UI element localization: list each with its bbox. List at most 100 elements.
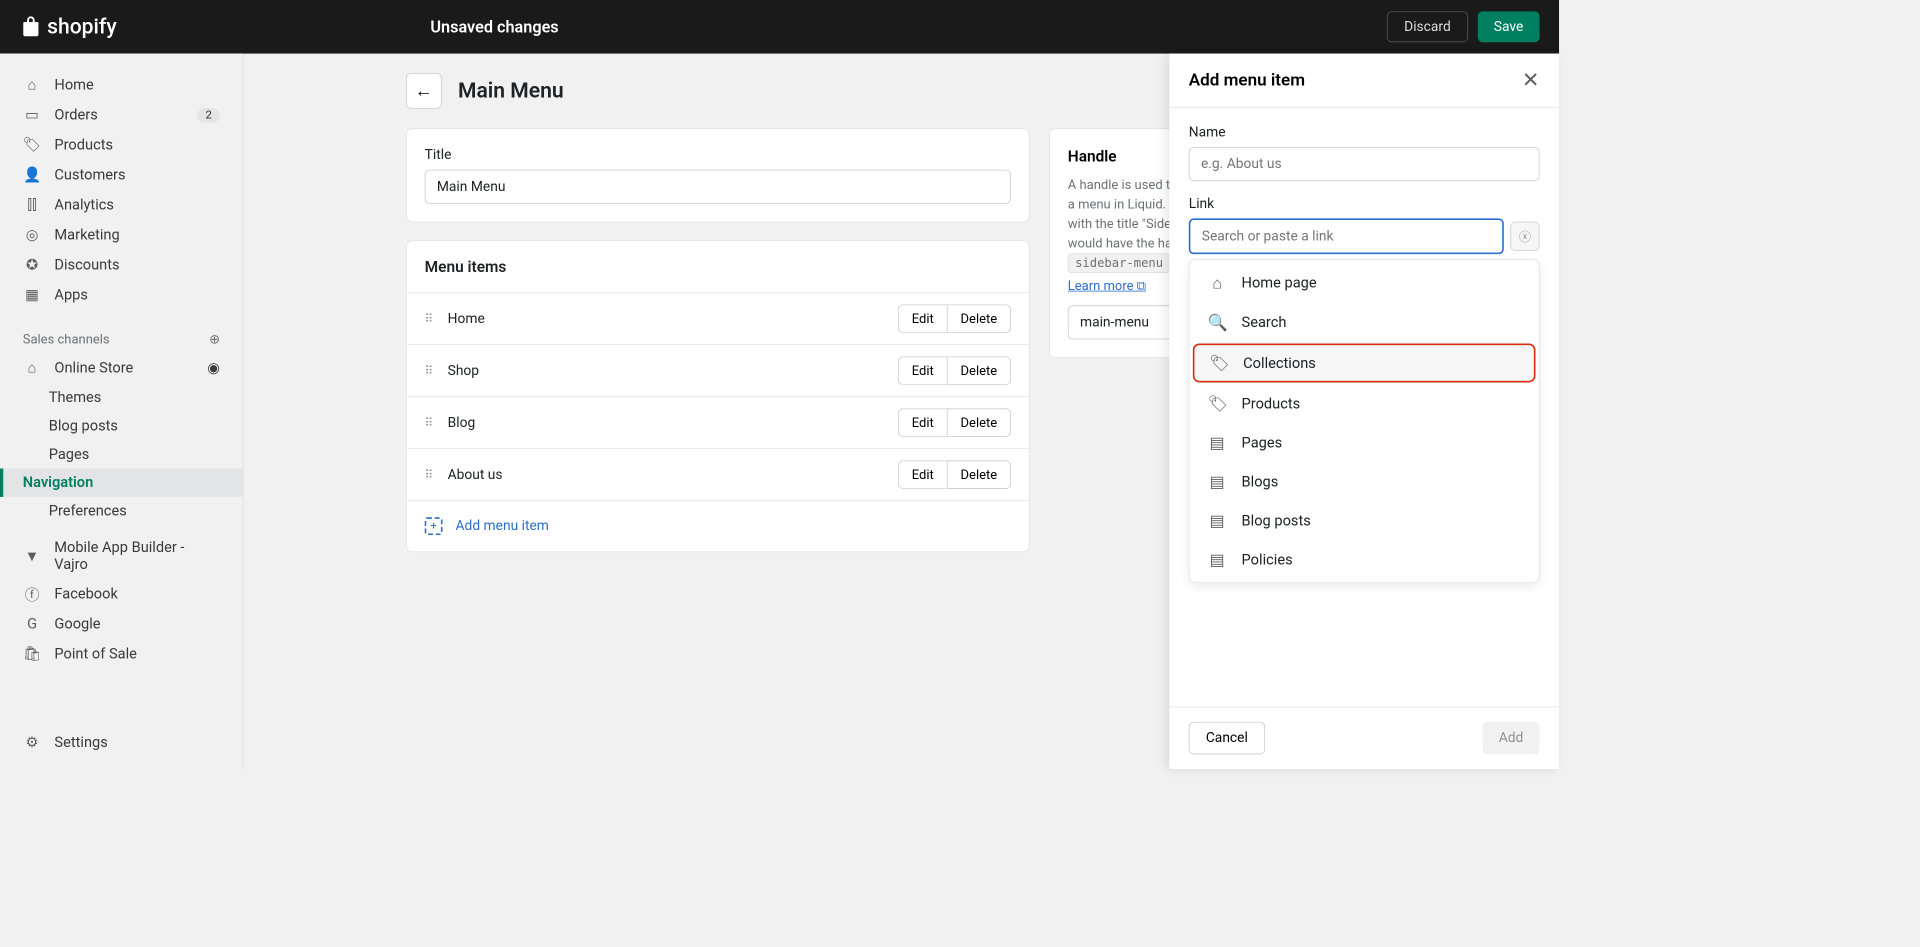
option-icon: 🏷	[1209, 353, 1228, 372]
discount-icon: ✪	[23, 256, 42, 275]
option-icon: ▤	[1207, 433, 1226, 452]
nav-marketing[interactable]: ◎Marketing	[0, 220, 243, 250]
menu-item-row: ⠿ BlogEditDelete	[407, 396, 1029, 448]
nav-products[interactable]: 🏷Products	[0, 130, 243, 160]
add-plus-icon: +	[425, 517, 443, 535]
menu-items-heading: Menu items	[407, 241, 1029, 292]
option-icon: ▤	[1207, 472, 1226, 491]
brand-text: shopify	[47, 15, 117, 39]
link-input[interactable]	[1189, 218, 1504, 254]
cancel-button[interactable]: Cancel	[1189, 722, 1265, 754]
close-drawer-button[interactable]: ✕	[1522, 68, 1540, 92]
back-button[interactable]: ←	[406, 73, 442, 109]
link-dropdown: ⌂Home page🔍Search🏷Collections🏷Products▤P…	[1189, 259, 1540, 583]
title-label: Title	[425, 147, 1011, 163]
nav-analytics[interactable]: ⫿⫿Analytics	[0, 190, 243, 220]
delete-button[interactable]: Delete	[947, 356, 1011, 384]
menu-item-name: Blog	[448, 415, 898, 431]
nav-facebook[interactable]: ⓕFacebook	[0, 579, 243, 609]
sidebar: ⌂Home ▭Orders2 🏷Products 👤Customers ⫿⫿An…	[0, 54, 244, 769]
menu-item-name: Home	[448, 311, 898, 327]
name-input[interactable]	[1189, 147, 1540, 181]
nav-pos[interactable]: 🛍Point of Sale	[0, 639, 243, 669]
link-option-products[interactable]: 🏷Products	[1190, 384, 1539, 423]
title-card: Title	[406, 128, 1030, 222]
shopify-bag-icon	[19, 15, 42, 39]
edit-button[interactable]: Edit	[898, 305, 947, 333]
save-button[interactable]: Save	[1478, 11, 1540, 42]
nav-home[interactable]: ⌂Home	[0, 70, 243, 100]
link-label: Link	[1189, 196, 1540, 212]
drag-handle-icon[interactable]: ⠿	[425, 364, 432, 377]
google-icon: G	[23, 615, 42, 634]
edit-button[interactable]: Edit	[898, 460, 947, 488]
home-icon: ⌂	[23, 76, 42, 95]
menu-item-row: ⠿ About usEditDelete	[407, 448, 1029, 500]
page-title: Main Menu	[458, 79, 564, 103]
shopify-logo: shopify	[19, 15, 116, 39]
menu-item-name: About us	[448, 466, 898, 482]
delete-button[interactable]: Delete	[947, 460, 1011, 488]
nav-discounts[interactable]: ✪Discounts	[0, 250, 243, 280]
link-option-blog-posts[interactable]: ▤Blog posts	[1190, 501, 1539, 540]
nav-google[interactable]: GGoogle	[0, 609, 243, 639]
name-label: Name	[1189, 124, 1540, 140]
drag-handle-icon[interactable]: ⠿	[425, 312, 432, 325]
option-icon: ⌂	[1207, 273, 1226, 293]
drag-handle-icon[interactable]: ⠿	[425, 468, 432, 481]
sales-channels-header: Sales channels⊕	[0, 325, 243, 353]
drawer-title: Add menu item	[1189, 71, 1305, 90]
link-option-search[interactable]: 🔍Search	[1190, 303, 1539, 342]
clear-link-button[interactable]: ⓧ	[1510, 222, 1539, 251]
drag-handle-icon[interactable]: ⠿	[425, 416, 432, 429]
nav-online-store[interactable]: ⌂Online Store◉	[0, 353, 243, 383]
add-menu-item-drawer: Add menu item ✕ Name Link ⓧ ⌂Home page🔍S…	[1169, 54, 1559, 769]
menu-item-name: Shop	[448, 363, 898, 379]
target-icon: ◎	[23, 226, 42, 245]
menu-items-card: Menu items ⠿HomeEditDelete⠿ShopEditDelet…	[406, 240, 1030, 552]
option-icon: ▤	[1207, 550, 1226, 569]
apps-icon: ▦	[23, 286, 42, 305]
delete-button[interactable]: Delete	[947, 305, 1011, 333]
nav-apps[interactable]: ▦Apps	[0, 280, 243, 310]
facebook-icon: ⓕ	[23, 585, 42, 604]
nav-preferences[interactable]: Preferences	[0, 497, 243, 525]
tag-icon: 🏷	[23, 136, 42, 155]
orders-badge: 2	[197, 108, 220, 123]
add-button[interactable]: Add	[1482, 722, 1539, 754]
pos-icon: 🛍	[23, 645, 42, 664]
link-option-policies[interactable]: ▤Policies	[1190, 540, 1539, 579]
bars-icon: ⫿⫿	[23, 196, 42, 215]
edit-button[interactable]: Edit	[898, 356, 947, 384]
eye-icon[interactable]: ◉	[207, 360, 220, 377]
option-icon: ▤	[1207, 511, 1226, 530]
add-menu-item-link[interactable]: + Add menu item	[407, 500, 1029, 551]
delete-button[interactable]: Delete	[947, 408, 1011, 436]
gear-icon: ⚙	[23, 733, 42, 752]
link-option-pages[interactable]: ▤Pages	[1190, 423, 1539, 462]
discard-button[interactable]: Discard	[1387, 11, 1468, 42]
vajro-icon: ▼	[23, 547, 41, 566]
option-icon: 🔍	[1207, 313, 1226, 332]
nav-settings[interactable]: ⚙Settings	[0, 728, 243, 758]
link-option-blogs[interactable]: ▤Blogs	[1190, 462, 1539, 501]
edit-button[interactable]: Edit	[898, 408, 947, 436]
store-icon: ⌂	[23, 359, 42, 378]
add-channel-icon[interactable]: ⊕	[209, 331, 220, 346]
learn-more-link[interactable]: Learn more ⧉	[1068, 278, 1146, 293]
nav-pages[interactable]: Pages	[0, 440, 243, 468]
topbar: shopify Unsaved changes Discard Save	[0, 0, 1559, 54]
nav-blog-posts[interactable]: Blog posts	[0, 412, 243, 440]
menu-item-row: ⠿ ShopEditDelete	[407, 344, 1029, 396]
nav-themes[interactable]: Themes	[0, 383, 243, 411]
nav-orders[interactable]: ▭Orders2	[0, 100, 243, 130]
menu-item-row: ⠿ HomeEditDelete	[407, 292, 1029, 344]
nav-navigation[interactable]: Navigation	[0, 469, 243, 497]
link-option-home-page[interactable]: ⌂Home page	[1190, 263, 1539, 303]
menu-title-input[interactable]	[425, 170, 1011, 204]
nav-vajro[interactable]: ▼Mobile App Builder - Vajro	[0, 533, 243, 578]
option-icon: 🏷	[1207, 394, 1226, 413]
nav-customers[interactable]: 👤Customers	[0, 160, 243, 190]
orders-icon: ▭	[23, 106, 42, 125]
link-option-collections[interactable]: 🏷Collections	[1193, 343, 1536, 382]
